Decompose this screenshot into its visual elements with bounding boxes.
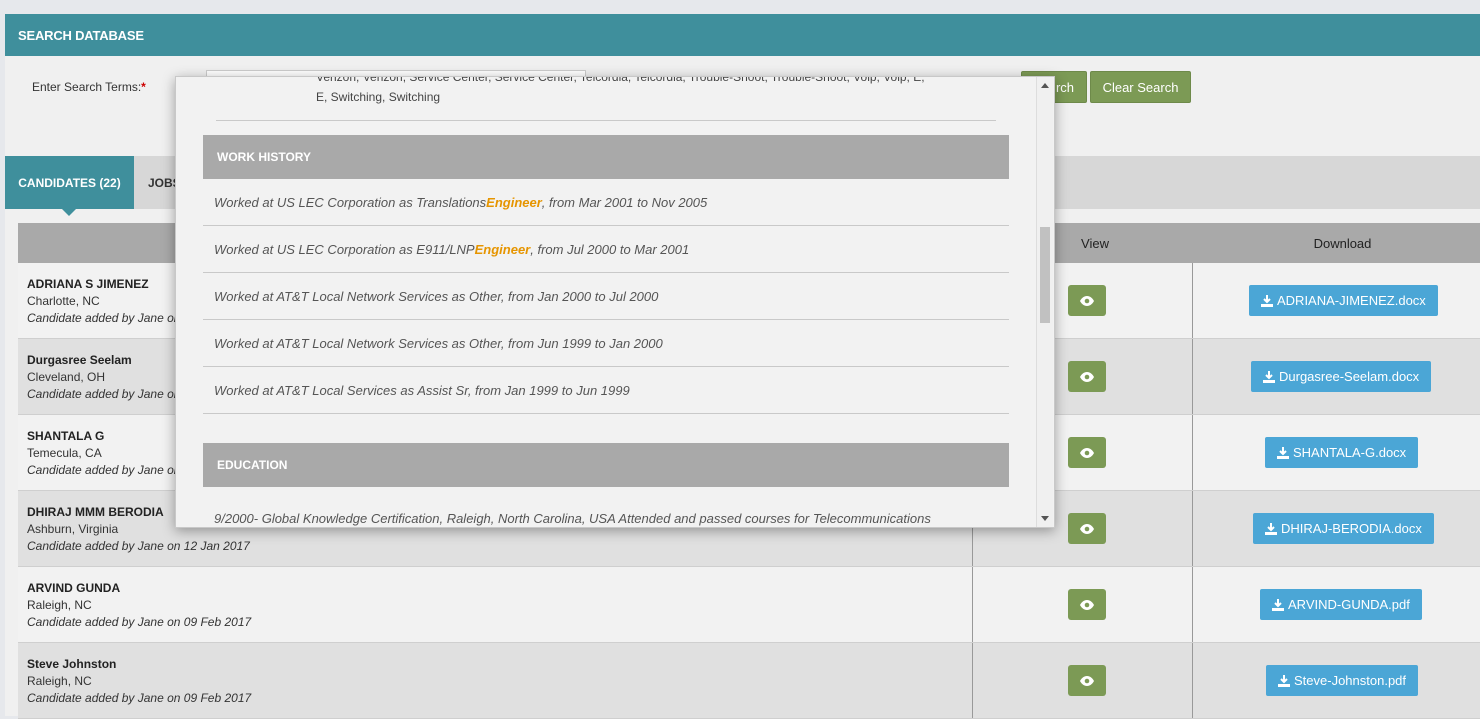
view-button[interactable] <box>1068 513 1106 544</box>
table-row: ARVIND GUNDA Raleigh, NC Candidate added b… <box>18 567 1480 643</box>
candidate-added: Candidate added by Jane on 12 Jan 2017 <box>27 539 250 553</box>
eye-icon <box>1080 295 1094 306</box>
candidate-detail-popup: Verizon, Verizon, Service Center, Servic… <box>175 76 1055 528</box>
divider <box>216 120 996 121</box>
download-button[interactable]: Durgasree-Seelam.docx <box>1251 361 1432 392</box>
keyword-highlight: Engineer <box>474 241 531 257</box>
download-column-header: Download <box>1313 235 1372 251</box>
work-history-heading: WORK HISTORY <box>203 135 1009 179</box>
download-icon <box>1265 522 1277 535</box>
column-divider <box>1192 339 1193 414</box>
download-filename: ARVIND-GUNDA.pdf <box>1288 597 1410 612</box>
work-history-item: Worked at US LEC Corporation as Translat… <box>203 179 1009 226</box>
view-button[interactable] <box>1068 437 1106 468</box>
download-icon <box>1272 598 1284 611</box>
work-history-item: Worked at AT&T Local Services as Assist … <box>203 367 1009 414</box>
candidate-added: Candidate added by Jane on 09 Feb 2017 <box>27 615 252 629</box>
candidate-location: Raleigh, NC <box>27 674 92 688</box>
eye-icon <box>1080 523 1094 534</box>
download-filename: Durgasree-Seelam.docx <box>1279 369 1420 384</box>
eye-icon <box>1080 675 1094 686</box>
column-divider <box>972 567 973 642</box>
download-icon <box>1263 370 1275 383</box>
panel-title: SEARCH DATABASE <box>5 14 1480 56</box>
table-row: Steve Johnston Raleigh, NC Candidate added… <box>18 643 1480 719</box>
download-icon <box>1261 294 1273 307</box>
download-button[interactable]: ADRIANA-JIMENEZ.docx <box>1249 285 1438 316</box>
candidate-info: ARVIND GUNDA Raleigh, NC Candidate added b… <box>27 580 251 631</box>
view-button[interactable] <box>1068 361 1106 392</box>
column-divider <box>972 643 973 718</box>
view-button[interactable] <box>1068 285 1106 316</box>
work-history-item: Worked at US LEC Corporation as E911/LNP… <box>203 226 1009 273</box>
download-filename: DHIRAJ-BERODIA.docx <box>1281 521 1422 536</box>
search-label: Enter Search Terms:* <box>32 80 146 94</box>
download-button[interactable]: ARVIND-GUNDA.pdf <box>1260 589 1422 620</box>
column-divider <box>1192 263 1193 338</box>
download-icon <box>1278 674 1290 687</box>
view-button[interactable] <box>1068 589 1106 620</box>
candidate-name[interactable]: Steve Johnston <box>27 656 251 673</box>
scroll-down-arrow-icon[interactable] <box>1041 516 1049 521</box>
column-divider <box>1192 491 1193 566</box>
candidate-name[interactable]: ARVIND GUNDA <box>27 580 251 597</box>
column-divider <box>1192 643 1193 718</box>
eye-icon <box>1080 599 1094 610</box>
candidate-added: Candidate added by Jane on 09 Feb 2017 <box>27 691 252 705</box>
tab-candidates[interactable]: CANDIDATES (22) <box>5 156 134 216</box>
scroll-up-arrow-icon[interactable] <box>1041 83 1049 88</box>
column-divider <box>1192 415 1193 490</box>
download-filename: ADRIANA-JIMENEZ.docx <box>1277 293 1426 308</box>
education-item: 9/2000- Global Knowledge Certification, … <box>214 511 931 526</box>
download-filename: SHANTALA-G.docx <box>1293 445 1407 460</box>
skills-text: Verizon, Verizon, Service Center, Servic… <box>316 76 925 104</box>
work-history-item: Worked at AT&T Local Network Services as… <box>203 273 1009 320</box>
work-history-item: Worked at AT&T Local Network Services as… <box>203 320 1009 367</box>
scroll-thumb[interactable] <box>1040 227 1050 323</box>
view-button[interactable] <box>1068 665 1106 696</box>
candidate-info: Steve Johnston Raleigh, NC Candidate added… <box>27 656 251 707</box>
download-filename: Steve-Johnston.pdf <box>1294 673 1407 688</box>
download-icon <box>1277 446 1289 459</box>
download-button[interactable]: SHANTALA-G.docx <box>1265 437 1419 468</box>
download-button[interactable]: Steve-Johnston.pdf <box>1266 665 1419 696</box>
eye-icon <box>1080 447 1094 458</box>
popup-scrollbar[interactable] <box>1036 77 1053 527</box>
required-mark: * <box>141 80 146 94</box>
eye-icon <box>1080 371 1094 382</box>
clear-search-button[interactable]: Clear Search <box>1090 71 1191 103</box>
download-button[interactable]: DHIRAJ-BERODIA.docx <box>1253 513 1434 544</box>
keyword-highlight: Engineer <box>486 194 542 210</box>
candidate-location: Raleigh, NC <box>27 598 92 612</box>
education-heading: EDUCATION <box>203 443 1009 487</box>
column-divider <box>1192 567 1193 642</box>
